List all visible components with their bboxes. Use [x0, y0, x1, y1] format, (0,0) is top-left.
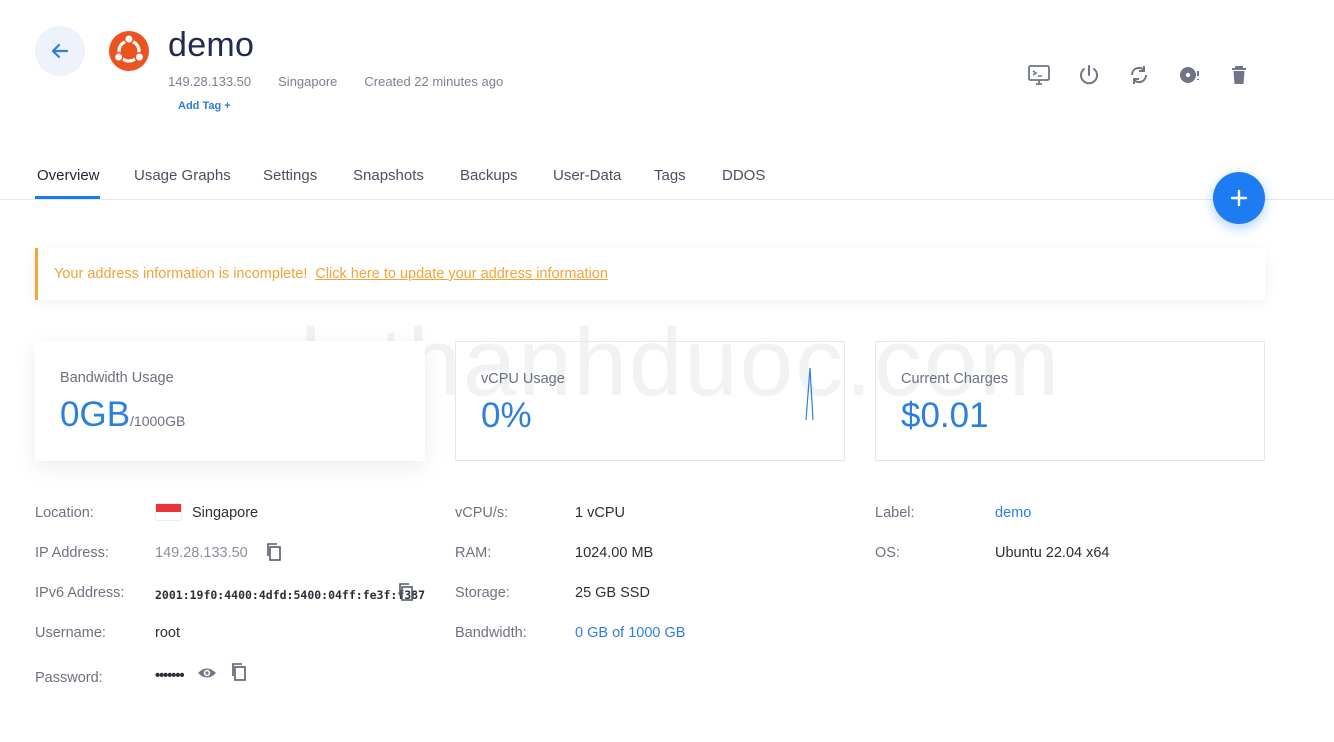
bandwidth-card-label: Bandwidth Usage — [60, 370, 174, 386]
charges-card-value: $0.01 — [901, 396, 989, 435]
server-title: demo — [168, 26, 255, 64]
copy-password-icon[interactable] — [230, 662, 248, 682]
tab-snapshots[interactable]: Snapshots — [353, 167, 424, 184]
copy-ipv6-icon[interactable] — [397, 582, 415, 602]
bandwidth-link[interactable]: 0 GB of 1000 GB — [575, 625, 685, 641]
alert-message: Your address information is incomplete! — [54, 266, 308, 282]
add-button[interactable] — [1213, 172, 1265, 224]
singapore-flag-icon — [155, 503, 182, 521]
ubuntu-logo-icon — [109, 31, 149, 71]
tab-usage-graphs[interactable]: Usage Graphs — [134, 167, 231, 184]
active-tab-indicator — [35, 196, 100, 199]
vcpu-card-value: 0% — [481, 396, 532, 435]
vcpu-sparkline — [805, 367, 814, 421]
server-ip: 149.28.133.50 — [168, 74, 252, 89]
tab-user-data[interactable]: User-Data — [553, 167, 621, 184]
tab-ddos[interactable]: DDOS — [722, 167, 765, 184]
detail-storage: Storage: 25 GB SSD — [455, 585, 650, 601]
details-right: Label: demo OS: Ubuntu 22.04 x64 — [875, 500, 1275, 580]
power-icon — [1080, 65, 1098, 85]
detail-username: Username: root — [35, 625, 180, 641]
trash-icon — [1232, 66, 1246, 84]
vcpu-card: vCPU Usage 0% — [455, 341, 845, 461]
detail-location: Location: Singapore — [35, 503, 259, 521]
back-button[interactable] — [35, 26, 85, 76]
tab-tags[interactable]: Tags — [654, 167, 686, 184]
detail-ipv6: IPv6 Address: 2001:19f0:4400:4dfd:5400:0… — [35, 580, 435, 620]
power-button[interactable] — [1076, 62, 1102, 88]
vcpu-card-label: vCPU Usage — [481, 371, 565, 387]
detail-os: OS: Ubuntu 22.04 x64 — [875, 545, 1110, 561]
detail-password: Password: ••••••• — [35, 660, 435, 700]
server-meta: 149.28.133.50 Singapore Created 22 minut… — [168, 74, 503, 89]
tab-overview[interactable]: Overview — [37, 167, 100, 184]
server-created: Created 22 minutes ago — [364, 74, 504, 89]
update-address-link[interactable]: Click here to update your address inform… — [315, 266, 608, 282]
details-middle: vCPU/s: 1 vCPU RAM: 1024.00 MB Storage: … — [455, 500, 855, 660]
iso-disc-icon — [1180, 67, 1199, 83]
plus-icon — [1230, 189, 1248, 207]
tab-settings[interactable]: Settings — [263, 167, 317, 184]
detail-vcpu: vCPU/s: 1 vCPU — [455, 505, 625, 521]
copy-ip-icon[interactable] — [265, 542, 283, 562]
detail-label: Label: demo — [875, 505, 1032, 521]
details-left: Location: Singapore IP Address: 149.28.1… — [35, 500, 435, 700]
restart-button[interactable] — [1126, 62, 1152, 88]
detail-ip: IP Address: 149.28.133.50 — [35, 540, 435, 580]
delete-button[interactable] — [1226, 62, 1252, 88]
add-tag-link[interactable]: Add Tag + — [178, 100, 231, 112]
eye-icon[interactable] — [197, 665, 217, 681]
restart-icon — [1130, 66, 1148, 84]
arrow-left-icon — [51, 43, 69, 59]
bandwidth-card-value: 0GB/1000GB — [60, 395, 186, 434]
label-link[interactable]: demo — [995, 505, 1031, 521]
tab-backups[interactable]: Backups — [460, 167, 518, 184]
console-button[interactable] — [1026, 62, 1052, 88]
charges-card-label: Current Charges — [901, 371, 1009, 387]
detail-ram: RAM: 1024.00 MB — [455, 545, 654, 561]
address-alert: Your address information is incomplete! … — [35, 248, 1265, 300]
charges-card: Current Charges $0.01 — [875, 341, 1265, 461]
server-location: Singapore — [278, 74, 338, 89]
console-icon — [1028, 65, 1050, 85]
server-actions — [1026, 62, 1252, 88]
detail-bandwidth: Bandwidth: 0 GB of 1000 GB — [455, 625, 686, 641]
bandwidth-card-unit: /1000GB — [130, 413, 186, 429]
tab-bar: Overview Usage Graphs Settings Snapshots… — [0, 158, 1334, 200]
iso-button[interactable] — [1176, 62, 1202, 88]
bandwidth-card: Bandwidth Usage 0GB/1000GB — [35, 341, 425, 461]
